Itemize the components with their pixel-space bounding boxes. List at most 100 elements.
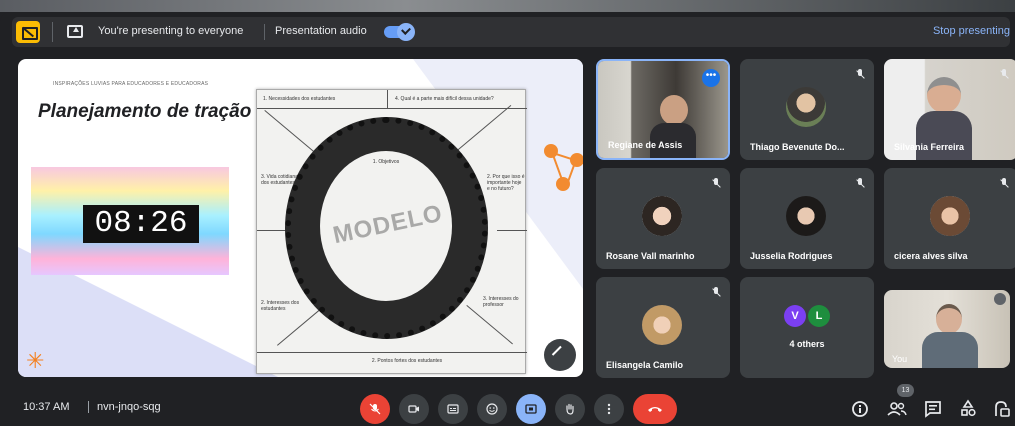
reactions-button[interactable] [477,394,507,424]
avatar [642,305,682,345]
presentation-audio-toggle[interactable] [384,23,415,41]
stop-presenting-button[interactable]: Stop presenting [933,25,1010,37]
divider [264,24,265,40]
more-options-icon[interactable]: ••• [702,69,720,87]
self-body [922,332,978,368]
avatar [786,87,826,127]
grid-line [497,230,527,231]
molecule-node [570,153,583,167]
molecule-node [544,144,558,158]
participant-tile[interactable]: ••• Regiane de Assis [596,59,730,160]
camera-toggle-button[interactable] [399,394,429,424]
timer-widget: 08:26 [31,167,229,275]
others-tile[interactable]: V L 4 others [740,277,874,378]
presenting-status-label: You're presenting to everyone [98,25,244,37]
meeting-time: 10:37 AM [23,401,70,413]
participant-name: Rosane Vall marinho [606,251,695,261]
divider [52,22,53,42]
timer-display: 08:26 [83,205,199,243]
participant-body [916,111,972,160]
activities-button[interactable] [956,397,980,421]
participant-tile[interactable]: Thiago Bevenute Do... [740,59,874,160]
participant-tile[interactable]: Elisangela Camilo [596,277,730,378]
mic-off-icon [369,403,381,415]
avatar-initial: L [808,305,830,327]
mic-off-icon [856,178,864,190]
participant-tile[interactable]: Silvania Ferreira [884,59,1015,160]
participant-name: Regiane de Assis [608,140,683,150]
grid-line [457,105,512,151]
participant-name: Jusselia Rodrigues [750,251,833,261]
avatar [786,196,826,236]
leave-call-button[interactable] [633,394,677,424]
others-count-label: 4 others [789,339,825,349]
avatar-initial: V [784,305,806,327]
mic-toggle-button[interactable] [360,394,390,424]
participant-face [660,95,688,125]
present-now-button[interactable] [516,394,546,424]
grid-line [264,110,319,156]
window-top-strip [0,0,1015,12]
meeting-details-button[interactable] [848,397,872,421]
emoji-icon [486,403,498,415]
check-icon [397,23,415,41]
slide-title: Planejamento de tração [38,101,252,122]
people-button[interactable] [885,397,909,421]
self-face [936,304,962,334]
participant-name: Silvania Ferreira [894,142,965,152]
raise-hand-button[interactable] [555,394,585,424]
camera-icon [408,405,419,413]
worksheet-cell: 1. Necessidades dos estudantes [263,96,336,102]
self-label: You [892,354,908,364]
worksheet-cell: 2. Pontos fortes dos estudantes [371,358,443,364]
worksheet-cell: 4. Qual é a parte mais difícil dessa uni… [395,96,494,102]
mic-off-icon [856,69,864,81]
host-controls-button[interactable] [989,397,1013,421]
presentation-audio-label: Presentation audio [275,25,367,37]
divider [88,401,89,413]
worksheet-cell: 2. Por que isso é importante hoje e no f… [487,174,525,192]
present-screen-icon [67,25,83,38]
captions-icon [447,404,459,414]
mic-off-icon [712,178,720,190]
end-call-icon [648,407,662,412]
worksheet-cell: 2. Interesses dos estudantes [261,300,300,312]
avatar [930,196,970,236]
activities-icon [961,399,976,417]
presenting-bar: You're presenting to everyone Presentati… [12,17,1010,47]
participant-tile[interactable]: Rosane Vall marinho [596,168,730,269]
info-icon [852,401,868,417]
shared-screen: INSPIRAÇÕES LUVIAS PARA EDUCADORES E EDU… [18,59,583,377]
raise-hand-icon [566,403,574,415]
participant-tile[interactable]: cicera alves silva [884,168,1015,269]
mic-off-icon [712,287,720,299]
more-options-button[interactable] [594,394,624,424]
grid-line [257,352,527,353]
self-view-options-icon[interactable] [994,293,1006,305]
self-view-tile[interactable]: You [884,290,1010,368]
host-controls-icon [995,401,1010,417]
mic-off-icon [1000,178,1008,190]
chat-button[interactable] [921,397,945,421]
grid-line [277,306,324,346]
presenting-indicator-icon[interactable] [16,21,40,43]
captions-button[interactable] [438,394,468,424]
present-icon [525,404,537,414]
worksheet-cell: 1. Objetivos [372,159,400,165]
participant-face [927,77,961,113]
mic-off-icon [1000,69,1008,81]
avatar [642,196,682,236]
worksheet-cell: 3. Interesses do professor [483,296,519,308]
participant-name: cicera alves silva [894,251,968,261]
grid-line [257,108,527,109]
participant-name: Thiago Bevenute Do... [750,142,845,152]
grid-line [257,230,287,231]
participant-name: Elisangela Camilo [606,360,684,370]
more-options-icon [607,403,611,415]
participant-count-badge: 13 [897,384,914,397]
participant-tile[interactable]: Jusselia Rodrigues [740,168,874,269]
molecule-node [556,177,570,191]
share-icon[interactable] [544,339,576,371]
slide-supertitle: INSPIRAÇÕES LUVIAS PARA EDUCADORES E EDU… [53,81,209,87]
asterisk-logo-icon: ✳ [26,348,45,373]
